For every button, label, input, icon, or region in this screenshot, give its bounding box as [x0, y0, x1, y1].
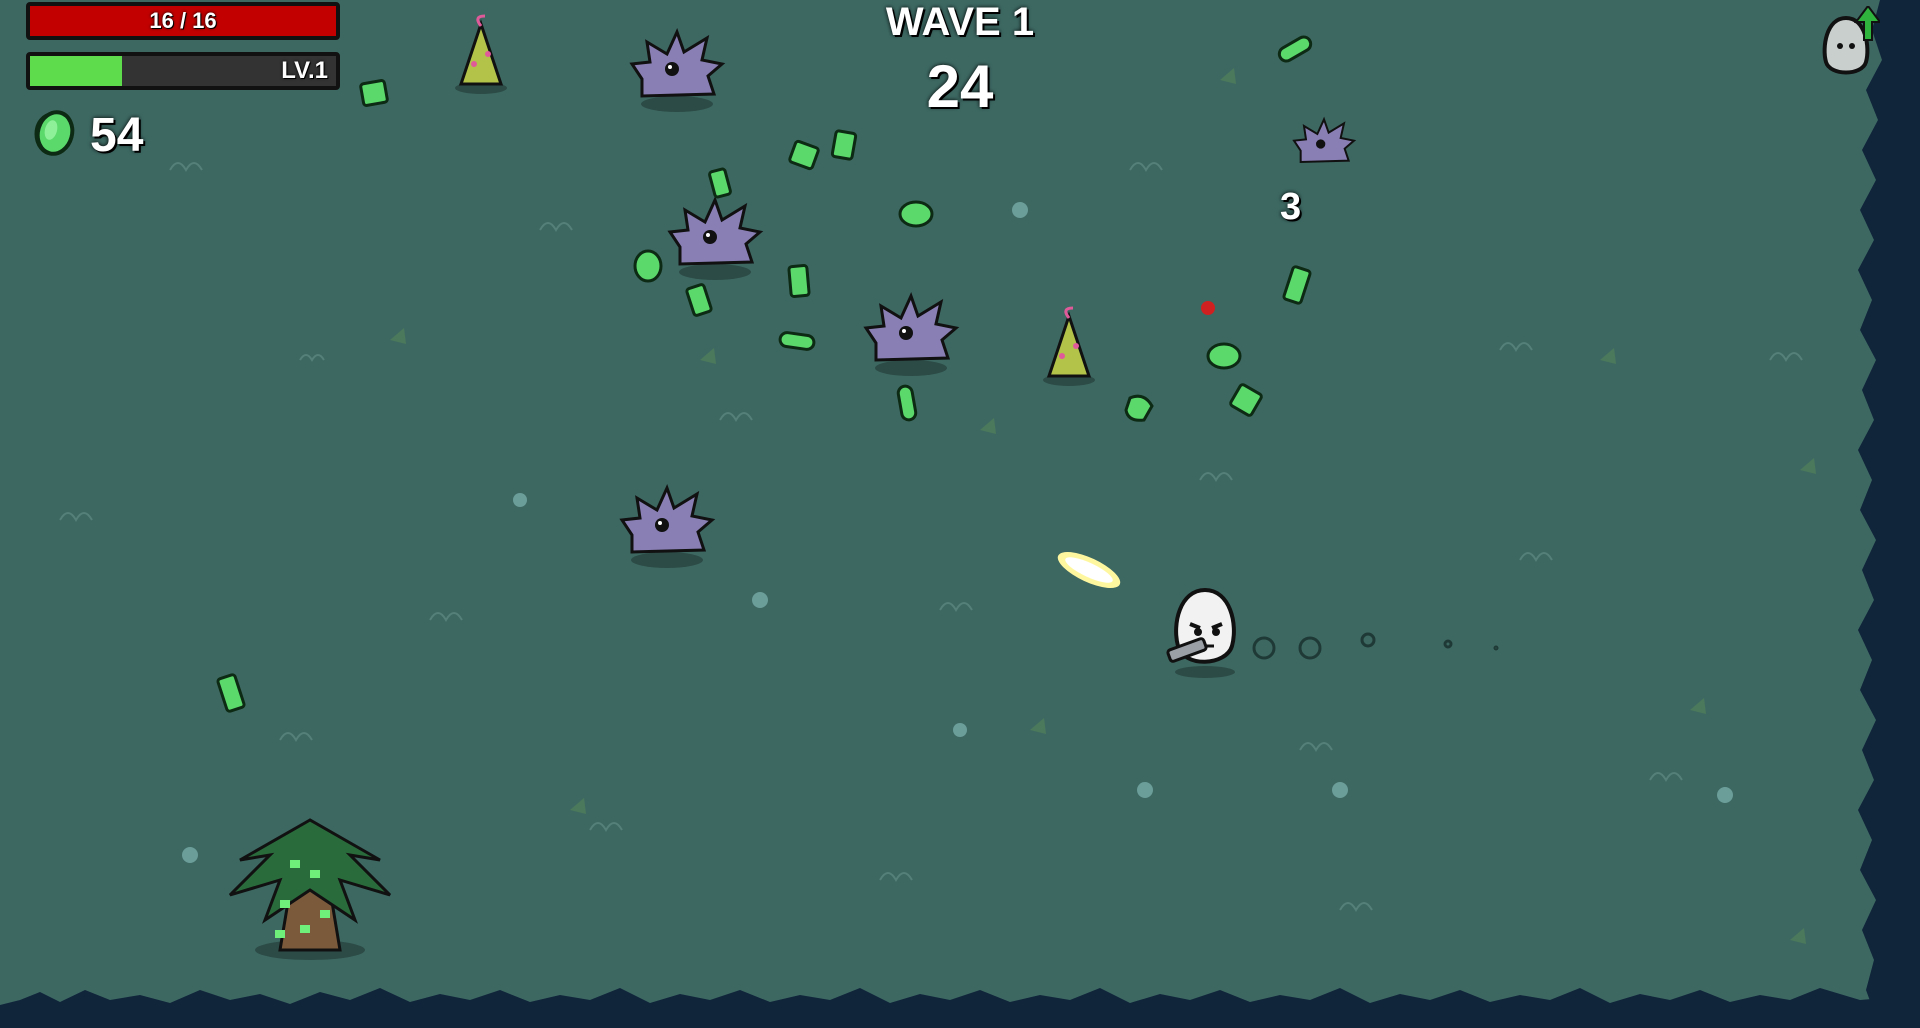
dust-trail [1252, 632, 1499, 660]
wave-label: WAVE 1 [885, 0, 1035, 44]
game-viewport[interactable]: 16 / 16 LV.1 54 WAVE 1 24 3 [0, 0, 1920, 1028]
level-up-egg-icon[interactable] [1818, 6, 1880, 78]
potato-player[interactable] [1160, 584, 1250, 680]
wave-timer: 24 [926, 53, 994, 120]
bullet-projectile [1057, 551, 1121, 589]
material-drops[interactable] [0, 0, 1920, 1028]
damage-number: 3 [1280, 186, 1302, 228]
blood-splat [1201, 301, 1215, 315]
